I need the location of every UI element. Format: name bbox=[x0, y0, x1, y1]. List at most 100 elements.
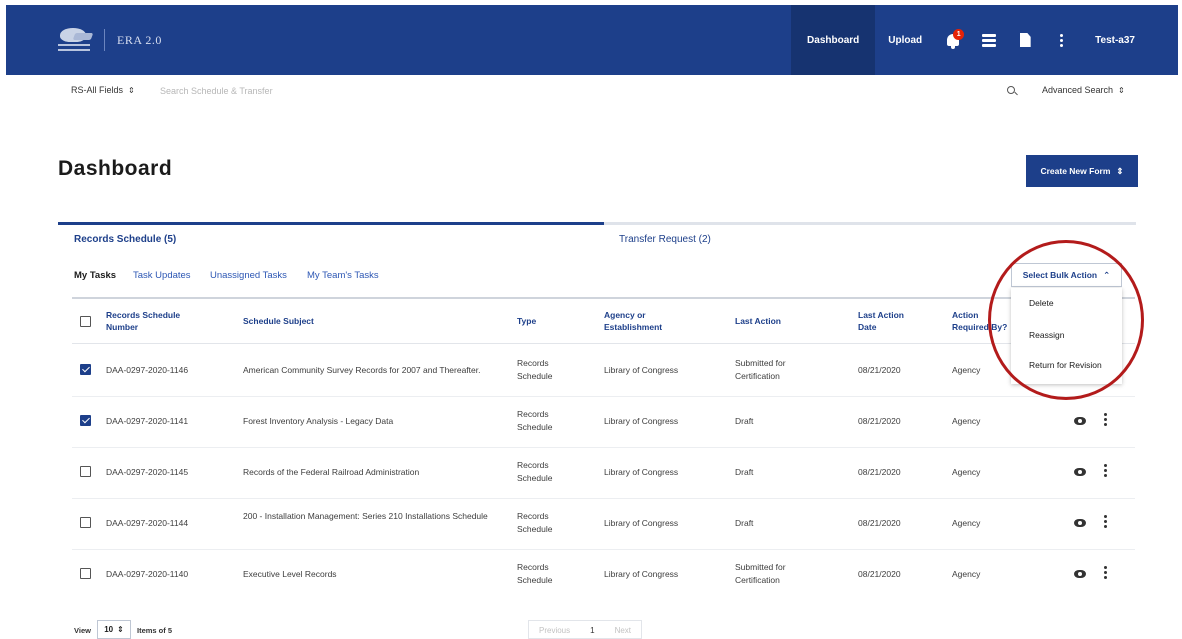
row-more-icon[interactable] bbox=[1104, 413, 1107, 426]
select-all-checkbox[interactable] bbox=[80, 316, 91, 327]
row-checkbox[interactable] bbox=[80, 517, 91, 528]
action-required-by: Agency bbox=[952, 467, 981, 477]
schedule-type: Records Schedule bbox=[517, 562, 553, 585]
row-checkbox[interactable] bbox=[80, 364, 91, 375]
bulk-option-delete[interactable]: Delete bbox=[1029, 298, 1054, 308]
advanced-search-selector[interactable]: Advanced Search ⇕ bbox=[1042, 85, 1125, 95]
notifications-button[interactable]: 1 bbox=[935, 5, 971, 75]
schedule-type: Records Schedule bbox=[517, 460, 553, 483]
column-header-number[interactable]: Records Schedule Number bbox=[106, 309, 196, 333]
subtab-my-tasks[interactable]: My Tasks bbox=[74, 270, 116, 281]
document-icon bbox=[1019, 33, 1031, 47]
last-action-date: 08/21/2020 bbox=[858, 416, 901, 426]
items-per-page-select[interactable]: 10 ⇕ bbox=[97, 620, 131, 639]
last-action-date: 08/21/2020 bbox=[858, 518, 901, 528]
search-icon[interactable] bbox=[1007, 86, 1015, 94]
create-new-form-button[interactable]: Create New Form ⇕ bbox=[1026, 155, 1138, 187]
last-action: Draft bbox=[735, 416, 754, 426]
search-input[interactable] bbox=[160, 82, 560, 100]
schedule-number[interactable]: DAA-0297-2020-1146 bbox=[106, 364, 188, 377]
column-header-last-action-date[interactable]: Last Action Date bbox=[858, 309, 923, 333]
agency: Library of Congress bbox=[604, 467, 679, 477]
brand-divider bbox=[104, 29, 105, 51]
table-header-border bbox=[72, 297, 1135, 299]
pagination: Previous 1 Next bbox=[528, 620, 643, 639]
search-bar: RS-All Fields⇕ Advanced Search⇕ bbox=[0, 80, 1182, 102]
active-tab-indicator bbox=[58, 222, 604, 225]
row-divider bbox=[72, 498, 1135, 499]
schedule-subject: Forest Inventory Analysis - Legacy Data bbox=[243, 416, 394, 426]
records-button[interactable] bbox=[971, 5, 1007, 75]
agency: Library of Congress bbox=[604, 365, 679, 375]
user-menu[interactable]: Test-a37 bbox=[1079, 35, 1178, 46]
action-required-by: Agency bbox=[952, 416, 981, 426]
bulk-option-reassign[interactable]: Reassign bbox=[1029, 330, 1064, 340]
schedule-number[interactable]: DAA-0297-2020-1140 bbox=[106, 568, 188, 581]
items-count: Items of 5 bbox=[137, 626, 173, 635]
last-action: Draft bbox=[735, 518, 754, 528]
view-eye-icon[interactable] bbox=[1074, 468, 1086, 476]
column-header-action-required[interactable]: Action Required By? bbox=[952, 309, 1010, 333]
row-checkbox[interactable] bbox=[80, 415, 91, 426]
more-vertical-icon bbox=[1059, 33, 1063, 47]
action-required-by: Agency bbox=[952, 365, 981, 375]
agency: Library of Congress bbox=[604, 518, 679, 528]
schedule-number[interactable]: DAA-0297-2020-1141 bbox=[106, 415, 188, 428]
subtab-task-updates[interactable]: Task Updates bbox=[133, 270, 191, 281]
bulk-action-menu: Delete Reassign Return for Revision bbox=[1011, 288, 1122, 384]
app-name: ERA 2.0 bbox=[117, 32, 162, 47]
last-action: Draft bbox=[735, 467, 754, 477]
bulk-action-dropdown[interactable]: Select Bulk Action ⌃ bbox=[1011, 263, 1122, 287]
row-divider bbox=[72, 447, 1135, 448]
row-divider bbox=[72, 396, 1135, 397]
page-title: Dashboard bbox=[58, 157, 173, 180]
sort-arrows-icon: ⇕ bbox=[128, 86, 135, 95]
column-header-last-action[interactable]: Last Action bbox=[735, 315, 781, 327]
main-nav: Dashboard Upload 1 Test-a37 bbox=[791, 5, 1178, 75]
archives-logo-icon[interactable] bbox=[56, 28, 94, 52]
agency: Library of Congress bbox=[604, 416, 679, 426]
schedule-subject: Executive Level Records bbox=[243, 569, 337, 579]
top-navigation-bar: ERA 2.0 Dashboard Upload 1 Test-a37 bbox=[6, 5, 1178, 75]
server-icon bbox=[982, 33, 997, 47]
row-checkbox[interactable] bbox=[80, 466, 91, 477]
column-header-agency[interactable]: Agency or Establishment bbox=[604, 309, 684, 333]
nav-dashboard[interactable]: Dashboard bbox=[791, 5, 876, 75]
action-required-by: Agency bbox=[952, 569, 981, 579]
table-header-divider bbox=[72, 343, 1135, 344]
next-page-button[interactable]: Next bbox=[605, 621, 641, 638]
last-action: Submitted for Certification bbox=[735, 358, 786, 381]
row-more-icon[interactable] bbox=[1104, 464, 1107, 477]
view-eye-icon[interactable] bbox=[1074, 570, 1086, 578]
nav-upload[interactable]: Upload bbox=[875, 5, 935, 75]
subtab-my-teams-tasks[interactable]: My Team's Tasks bbox=[307, 270, 379, 281]
page-number-1[interactable]: 1 bbox=[580, 621, 604, 638]
tab-transfer-request[interactable]: Transfer Request (2) bbox=[619, 234, 711, 245]
last-action-date: 08/21/2020 bbox=[858, 569, 901, 579]
schedule-subject: 200 - Installation Management: Series 21… bbox=[243, 511, 488, 521]
row-more-icon[interactable] bbox=[1104, 566, 1107, 579]
row-checkbox[interactable] bbox=[80, 568, 91, 579]
sort-arrows-icon: ⇕ bbox=[117, 625, 124, 634]
action-required-by: Agency bbox=[952, 518, 981, 528]
sort-arrows-icon: ⇕ bbox=[1118, 86, 1125, 95]
more-menu-button[interactable] bbox=[1043, 5, 1079, 75]
schedule-number[interactable]: DAA-0297-2020-1145 bbox=[106, 466, 188, 479]
view-label: View bbox=[74, 626, 91, 635]
notification-badge: 1 bbox=[953, 29, 965, 40]
column-header-subject[interactable]: Schedule Subject bbox=[243, 315, 314, 327]
subtab-unassigned-tasks[interactable]: Unassigned Tasks bbox=[210, 270, 287, 281]
column-header-type[interactable]: Type bbox=[517, 315, 536, 327]
view-eye-icon[interactable] bbox=[1074, 417, 1086, 425]
sort-arrows-icon: ⇕ bbox=[1116, 165, 1124, 176]
last-action: Submitted for Certification bbox=[735, 562, 786, 585]
documents-button[interactable] bbox=[1007, 5, 1043, 75]
previous-page-button[interactable]: Previous bbox=[529, 621, 580, 638]
row-divider bbox=[72, 549, 1135, 550]
view-eye-icon[interactable] bbox=[1074, 519, 1086, 527]
search-field-selector[interactable]: RS-All Fields ⇕ bbox=[71, 85, 135, 95]
tab-records-schedule[interactable]: Records Schedule (5) bbox=[74, 234, 176, 245]
bulk-option-return-for-revision[interactable]: Return for Revision bbox=[1029, 360, 1102, 370]
row-more-icon[interactable] bbox=[1104, 515, 1107, 528]
schedule-number[interactable]: DAA-0297-2020-1144 bbox=[106, 517, 188, 530]
